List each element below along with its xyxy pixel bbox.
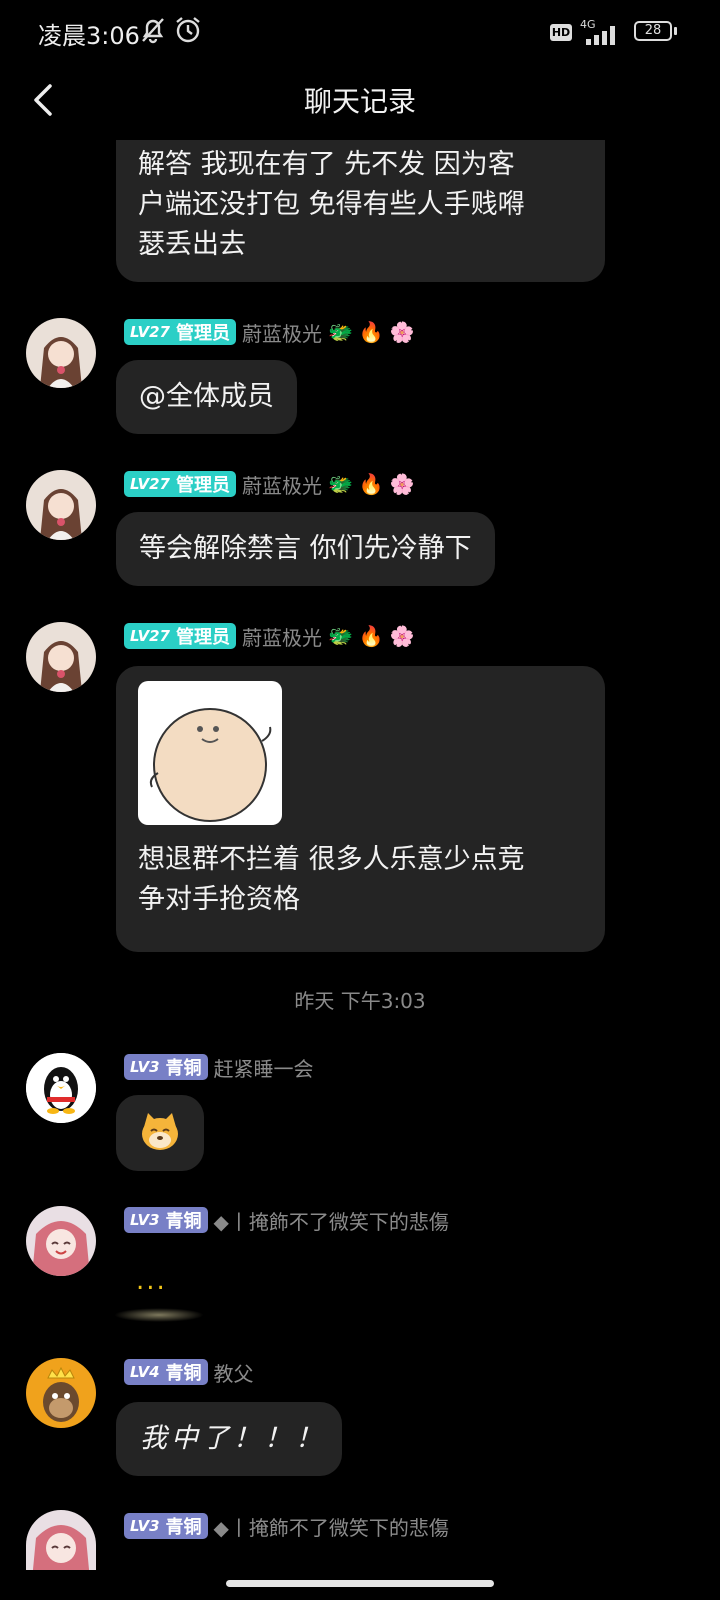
role-label: 管理员 [175,627,230,648]
message-bubble[interactable]: ... [108,1264,208,1326]
sender-name[interactable]: 蔚蓝极光 [242,470,322,499]
role-label: 青铜 [165,1211,202,1232]
signal-icon [586,26,615,45]
avatar[interactable] [26,1358,96,1428]
sender-info: LV27 管理员 蔚蓝极光 🐲 🔥 🌸 [124,622,415,650]
message-text: 我中了！！！ [140,1423,326,1454]
message-line: 解答 我现在有了 先不发 因为客 [138,149,515,180]
message-line: 户端还没打包 免得有些人手贱嘚 [138,189,525,220]
status-time: 凌晨3:06 [38,22,140,50]
home-indicator[interactable] [226,1580,494,1587]
dog-face-sticker [142,1113,178,1150]
message-text: @全体成员 [139,381,274,412]
sender-info: LV3 青铜 ◆丨掩飾不了微笑下的悲傷 [124,1206,449,1234]
flower-icon: 🌸 [389,320,415,344]
fire-icon: 🔥 [358,320,384,344]
sender-name[interactable]: 教父 [214,1358,254,1387]
bubble-glow [114,1308,204,1322]
message-bubble[interactable]: @全体成员 [116,360,297,434]
fire-icon: 🔥 [358,472,384,496]
member-badge: LV3 青铜 [124,1054,208,1080]
status-bar: 凌晨3:06 HD 4G 28 [0,0,720,64]
flower-icon: 🌸 [389,624,415,648]
level-label: LV3 [130,1517,160,1535]
avatar[interactable] [26,1510,96,1570]
dragon-icon: 🐲 [327,624,353,648]
message-text: 等会解除禁言 你们先冷静下 [139,533,472,564]
message-bubble[interactable] [116,1095,204,1171]
dragon-icon: 🐲 [327,320,353,344]
member-badge: LV3 青铜 [124,1207,208,1233]
role-label: 管理员 [175,475,230,496]
sender-name[interactable]: 蔚蓝极光 [242,318,322,347]
member-badge: LV3 青铜 [124,1513,208,1539]
dragon-icon: 🐲 [327,472,353,496]
sender-info: LV4 青铜 教父 [124,1358,254,1386]
member-badge: LV4 青铜 [124,1359,208,1385]
alarm-clock-icon [176,17,200,43]
battery-icon: 28 [634,21,672,41]
member-badge: LV27 管理员 [124,319,236,345]
avatar[interactable] [26,470,96,540]
battery-tip [674,27,677,35]
level-label: LV27 [130,475,170,493]
sender-info: LV3 青铜 ◆丨掩飾不了微笑下的悲傷 [124,1512,449,1540]
message-bubble[interactable]: 等会解除禁言 你们先冷静下 [116,512,495,586]
sender-name[interactable]: 赶紧睡一会 [214,1053,314,1082]
message-line: 争对手抢资格 [138,884,300,915]
avatar[interactable] [26,1206,96,1276]
level-label: LV27 [130,323,170,341]
member-badge: LV27 管理员 [124,471,236,497]
sender-name[interactable]: 蔚蓝极光 [242,622,322,651]
mute-bell-icon [142,18,164,44]
level-label: LV3 [130,1058,160,1076]
message-bubble[interactable]: 解答 我现在有了 先不发 因为客 户端还没打包 免得有些人手贱嘚 瑟丢出去 [116,140,605,282]
level-label: LV4 [130,1363,160,1381]
battery-level: 28 [644,23,662,38]
avatar[interactable] [26,1053,96,1123]
penguin-icon [26,1053,96,1123]
page-title: 聊天记录 [303,85,416,118]
role-label: 青铜 [165,1058,202,1079]
message-text: ... [136,1266,167,1296]
sender-name[interactable]: ◆丨掩飾不了微笑下的悲傷 [214,1206,449,1235]
avatar[interactable] [26,318,96,388]
flower-icon: 🌸 [389,472,415,496]
sender-info: LV27 管理员 蔚蓝极光 🐲 🔥 🌸 [124,470,415,498]
fire-icon: 🔥 [358,624,384,648]
sender-name[interactable]: ◆丨掩飾不了微笑下的悲傷 [214,1512,449,1541]
role-label: 青铜 [165,1517,202,1538]
hd-icon: HD [550,24,572,41]
role-label: 管理员 [175,323,230,344]
level-label: LV3 [130,1211,160,1229]
header: 聊天记录 [0,64,720,134]
member-badge: LV27 管理员 [124,623,236,649]
meme-image[interactable] [138,681,282,825]
message-bubble[interactable]: 想退群不拦着 很多人乐意少点竞 争对手抢资格 [116,666,605,952]
level-label: LV27 [130,627,170,645]
message-line: 瑟丢出去 [138,229,246,260]
message-bubble[interactable]: 我中了！！！ [116,1402,342,1476]
sender-info: LV27 管理员 蔚蓝极光 🐲 🔥 🌸 [124,318,415,346]
role-label: 青铜 [165,1363,202,1384]
avatar[interactable] [26,622,96,692]
timestamp: 昨天 下午3:03 [294,989,426,1013]
sender-info: LV3 青铜 赶紧睡一会 [124,1053,314,1081]
message-line: 想退群不拦着 很多人乐意少点竞 [138,844,525,875]
